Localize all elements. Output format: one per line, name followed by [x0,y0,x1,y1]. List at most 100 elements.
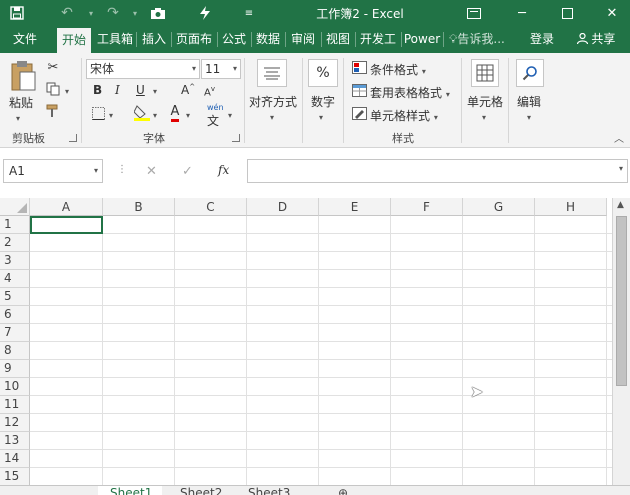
cells-dropdown[interactable]: ▾ [482,109,486,123]
number-dropdown[interactable]: ▾ [319,109,323,123]
tab-power[interactable]: Power [402,26,442,53]
font-name-select[interactable]: 宋体 ▾ [86,59,200,79]
underline-button[interactable]: U [136,83,145,97]
tab-page-layout[interactable]: 页面布 [172,26,216,53]
italic-button[interactable]: I [115,83,120,97]
vertical-scrollbar[interactable]: ▲ [612,198,630,485]
editing-button[interactable]: 编辑 [517,93,541,110]
sheet-tab-1[interactable]: Sheet1 [98,486,162,495]
paste-icon[interactable] [8,59,38,95]
editing-dropdown[interactable]: ▾ [527,109,531,123]
column-header[interactable]: G [463,198,535,216]
expand-formula-bar-icon[interactable]: ▾ [619,164,623,173]
phonetic-dropdown[interactable]: ▾ [228,107,232,121]
row-header[interactable]: 13 [0,432,30,450]
font-color-icon[interactable]: A [166,103,184,123]
find-icon[interactable] [516,59,544,87]
sheet-tab-2[interactable]: Sheet2 [170,486,234,495]
share-button[interactable]: 共享 [566,26,626,53]
clipboard-launcher-icon[interactable] [69,134,77,142]
cut-icon[interactable]: ✂ [44,59,62,75]
row-header[interactable]: 1 [0,216,30,234]
row-header[interactable]: 10 [0,378,30,396]
table-format-icon[interactable] [351,83,367,97]
name-box-dropdown-icon[interactable]: ▾ [94,160,98,182]
tab-insert[interactable]: 插入 [138,26,170,53]
column-header[interactable]: E [319,198,391,216]
conditional-format-icon[interactable] [351,60,367,74]
row-header[interactable]: 2 [0,234,30,252]
cancel-icon[interactable]: ✕ [146,164,157,179]
row-header[interactable]: 6 [0,306,30,324]
insert-function-icon[interactable]: fx [218,163,229,177]
copy-icon[interactable] [44,81,62,97]
alignment-dropdown[interactable]: ▾ [270,109,274,123]
font-launcher-icon[interactable] [232,134,240,142]
shrink-font-button[interactable]: Av [204,85,215,98]
worksheet-grid[interactable]: ABCDEFGH 1 2 3 4 5 6 7 8 9 10 11 12 13 14 15 ➤ [0,198,630,485]
close-icon[interactable]: ✕ [594,0,630,26]
maximize-icon[interactable] [549,0,585,26]
row-header[interactable]: 9 [0,360,30,378]
underline-dropdown[interactable]: ▾ [153,83,157,97]
tab-home[interactable]: 开始 [57,28,91,53]
formula-input[interactable]: ▾ [247,159,628,183]
alignment-icon[interactable] [257,59,287,87]
tab-developer[interactable]: 开发工 [356,26,400,53]
paste-button[interactable]: 粘贴 [9,94,33,111]
conditional-format-button[interactable]: 条件格式 ▾ [370,61,426,78]
font-size-select[interactable]: 11 ▾ [201,59,241,79]
row-header[interactable]: 4 [0,270,30,288]
fill-color-icon[interactable] [133,103,151,123]
tab-file[interactable]: 文件 [2,26,48,53]
column-header[interactable]: D [247,198,319,216]
format-painter-icon[interactable] [44,103,62,119]
minimize-icon[interactable]: ─ [504,0,540,26]
enter-icon[interactable]: ✓ [182,164,193,179]
phonetic-guide-icon[interactable]: wén 文 [207,103,224,129]
column-header[interactable]: H [535,198,607,216]
tab-view[interactable]: 视图 [322,26,354,53]
tell-me-search[interactable]: 💡︎告诉我... [449,26,519,53]
new-sheet-icon[interactable]: ⊕ [338,486,354,495]
row-header[interactable]: 5 [0,288,30,306]
border-dropdown[interactable]: ▾ [109,107,113,121]
bold-button[interactable]: B [93,83,102,97]
select-all-corner[interactable] [0,198,30,216]
scroll-thumb[interactable] [616,216,627,386]
ribbon-display-options-icon[interactable] [456,0,492,26]
percent-icon[interactable]: % [308,59,338,87]
row-header[interactable]: 3 [0,252,30,270]
tab-formulas[interactable]: 公式 [218,26,250,53]
row-header[interactable]: 8 [0,342,30,360]
table-format-button[interactable]: 套用表格格式 ▾ [370,84,450,101]
number-button[interactable]: 数字 [311,93,335,110]
grow-font-button[interactable]: A^ [181,83,195,97]
cell-styles-icon[interactable] [351,106,367,120]
collapse-ribbon-icon[interactable]: ︿ [614,130,624,145]
tab-data[interactable]: 数据 [252,26,284,53]
border-icon[interactable] [90,105,106,121]
row-header[interactable]: 11 [0,396,30,414]
tab-toolbox[interactable]: 工具箱 [95,26,135,53]
active-cell[interactable] [30,216,103,234]
font-color-dropdown[interactable]: ▾ [186,107,190,121]
cells-button[interactable]: 单元格 [467,93,503,110]
alignment-button[interactable]: 对齐方式 [249,93,297,110]
formula-bar-splitter-icon[interactable]: ⋮ [117,164,127,175]
login-link[interactable]: 登录 [525,26,559,53]
row-header[interactable]: 14 [0,450,30,468]
sheet-tab-3[interactable]: Sheet3 [240,486,304,495]
row-header[interactable]: 7 [0,324,30,342]
column-header[interactable]: F [391,198,463,216]
column-header[interactable]: B [103,198,175,216]
copy-dropdown[interactable]: ▾ [65,83,69,97]
paste-dropdown[interactable]: ▾ [16,110,20,124]
row-header[interactable]: 12 [0,414,30,432]
tab-review[interactable]: 审阅 [286,26,320,53]
column-header[interactable]: A [30,198,103,216]
column-header[interactable]: C [175,198,247,216]
row-header[interactable]: 15 [0,468,30,485]
scroll-up-icon[interactable]: ▲ [617,200,624,210]
name-box[interactable]: A1 ▾ [3,159,103,183]
